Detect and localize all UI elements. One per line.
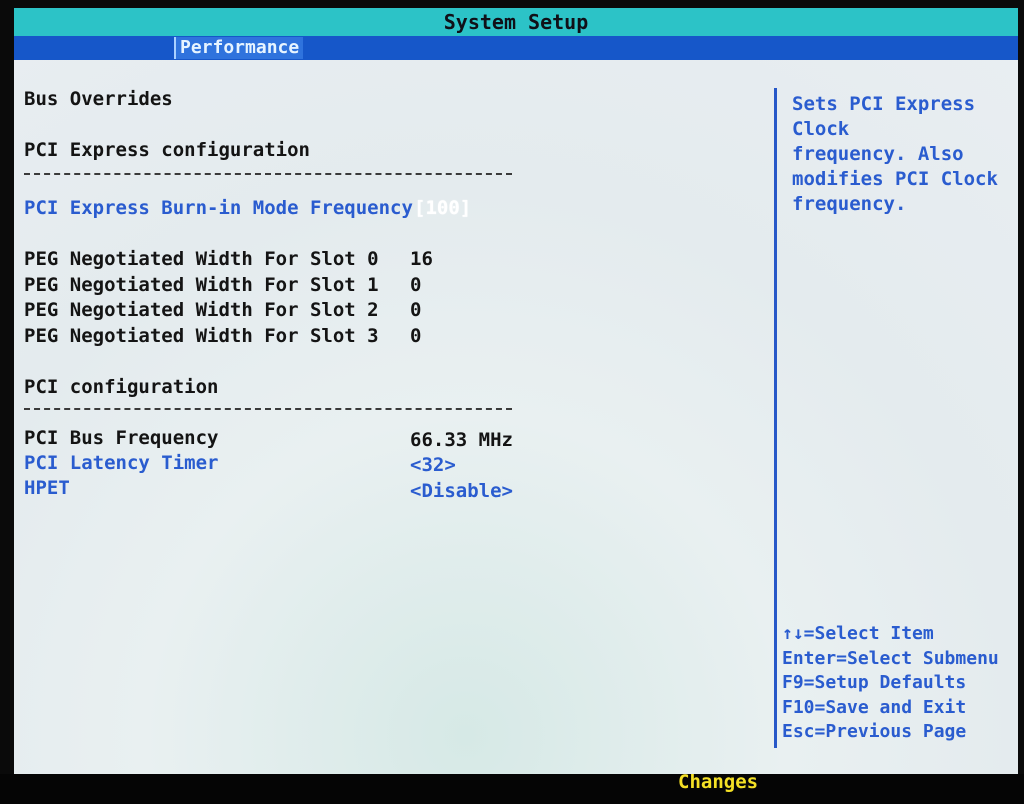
key-hint-select-item: ↑↓=Select Item	[782, 623, 934, 644]
peg-slot-1-value: 0	[410, 274, 422, 296]
divider	[24, 173, 512, 175]
pci-latency-timer-label[interactable]: PCI Latency Timer	[24, 450, 218, 476]
pci-latency-timer-value[interactable]: <32>	[410, 452, 456, 478]
help-line: Sets PCI Express Clock	[792, 93, 976, 140]
bios-screen: System Setup Performance Bus Overrides P…	[14, 8, 1018, 774]
status-bar	[0, 774, 1024, 804]
help-text: Sets PCI Express Clock frequency. Also m…	[792, 92, 1018, 217]
peg-slot-0-label: PEG Negotiated Width For Slot 0	[24, 248, 379, 270]
pci-config-header: PCI configuration	[24, 376, 219, 398]
peg-slot-2-value: 0	[410, 299, 422, 321]
key-hint-save-exit: F10=Save and Exit	[782, 696, 967, 718]
peg-slot-2-label: PEG Negotiated Width For Slot 2	[24, 299, 379, 321]
peg-slot-0-value: 16	[410, 248, 433, 270]
window-title: System Setup	[443, 10, 589, 34]
burnin-frequency-label[interactable]: PCI Express Burn-in Mode Frequency	[24, 195, 413, 221]
section-title: Bus Overrides	[24, 88, 173, 110]
tab-performance[interactable]: Performance	[174, 37, 304, 59]
key-legend: ↑↓=Select Item Enter=Select Submenu F9=S…	[782, 622, 1018, 745]
peg-slot-3-label: PEG Negotiated Width For Slot 3	[24, 325, 379, 347]
pci-bus-frequency-value: 66.33 MHz	[410, 429, 513, 451]
key-hint-previous-page: Esc=Previous Page	[782, 721, 967, 742]
pcie-config-header: PCI Express configuration	[24, 139, 310, 161]
hpet-value[interactable]: <Disable>	[410, 478, 513, 504]
hpet-label[interactable]: HPET	[24, 475, 70, 501]
help-line: frequency. Also	[792, 143, 964, 165]
key-hint-select-submenu: Enter=Select Submenu	[782, 647, 999, 669]
peg-slot-1-label: PEG Negotiated Width For Slot 1	[24, 274, 379, 296]
menu-bar: Performance	[14, 36, 1018, 60]
burnin-frequency-value[interactable]: [100]	[414, 195, 471, 221]
title-bar: System Setup	[14, 8, 1018, 36]
key-hint-setup-defaults: F9=Setup Defaults	[782, 672, 967, 693]
help-line: frequency.	[792, 193, 907, 215]
changes-indicator: Changes	[678, 771, 759, 793]
divider	[24, 408, 512, 410]
help-line: modifies PCI Clock	[792, 168, 998, 190]
pci-bus-frequency-label: PCI Bus Frequency	[24, 427, 219, 449]
peg-slot-3-value: 0	[410, 325, 422, 347]
panel-divider	[774, 88, 777, 748]
